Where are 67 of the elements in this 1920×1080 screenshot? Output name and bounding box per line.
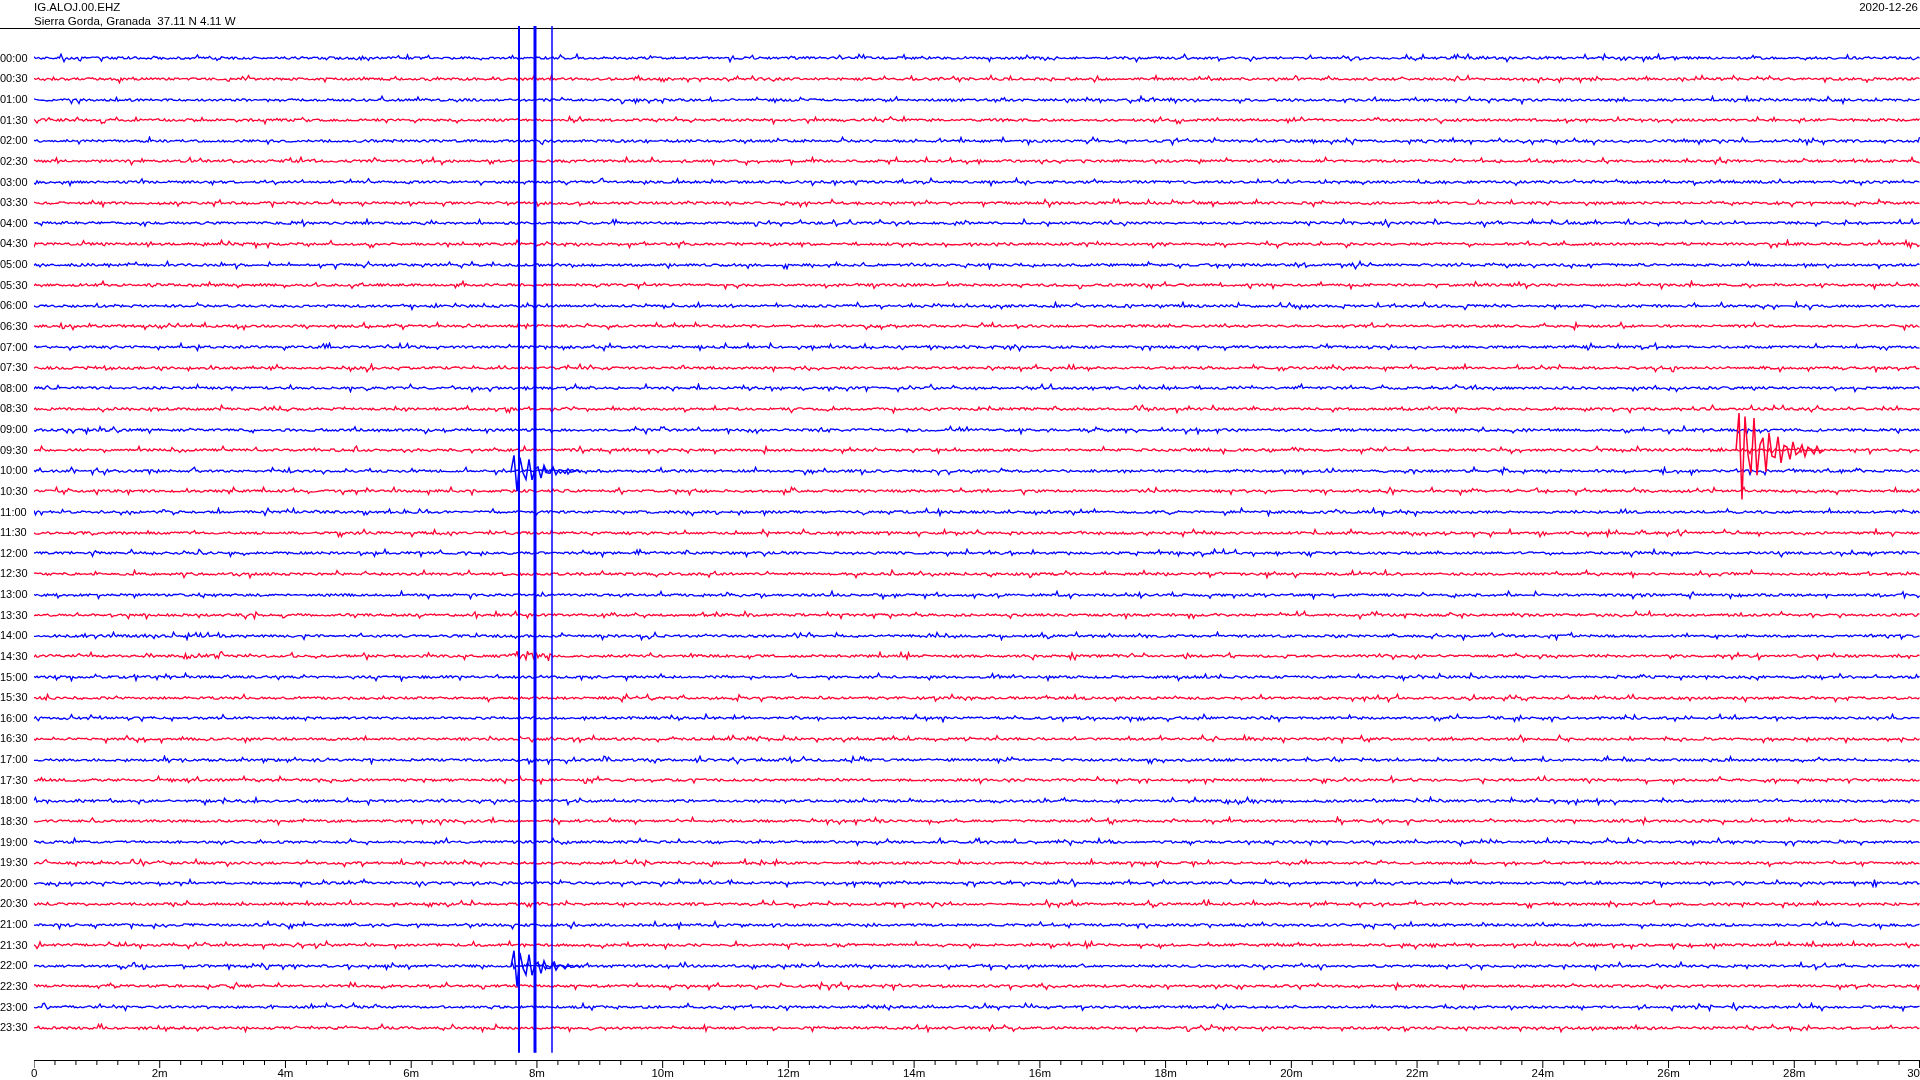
- axis-tick-label: 24m: [1531, 1068, 1554, 1080]
- row-time-label: 08:30: [0, 403, 28, 415]
- row-time-label: 03:00: [0, 176, 28, 188]
- row-time-label: 23:30: [0, 1022, 28, 1034]
- row-time-label: 09:30: [0, 444, 28, 456]
- row-time-label: 00:00: [0, 52, 28, 64]
- axis-tick-label: 16m: [1028, 1068, 1052, 1080]
- row-time-label: 09:00: [0, 424, 28, 436]
- row-time-label: 06:30: [0, 320, 28, 332]
- row-time-label: 03:30: [0, 197, 28, 209]
- row-time-label: 12:30: [0, 568, 28, 580]
- axis-tick-label: 0: [31, 1068, 38, 1080]
- axis-tick-label: 22m: [1405, 1068, 1429, 1080]
- row-time-label: 18:00: [0, 795, 28, 807]
- axis-tick-label: 14m: [902, 1068, 926, 1080]
- row-time-label: 12:00: [0, 547, 28, 559]
- row-time-label: 13:30: [0, 609, 28, 621]
- row-time-label: 00:30: [0, 73, 28, 85]
- row-time-label: 11:00: [0, 506, 27, 518]
- row-time-label: 15:00: [0, 671, 28, 683]
- row-time-label: 17:30: [0, 774, 28, 786]
- axis-tick-label: 26m: [1657, 1068, 1680, 1080]
- row-time-label: 19:30: [0, 857, 28, 869]
- axis-tick-label: 10m: [651, 1068, 674, 1080]
- row-time-label: 22:00: [0, 960, 28, 972]
- row-time-label: 20:30: [0, 898, 28, 910]
- row-time-label: 22:30: [0, 980, 28, 992]
- row-time-label: 02:30: [0, 155, 28, 167]
- axis-tick-label: 12m: [777, 1068, 800, 1080]
- row-time-label: 08:00: [0, 382, 28, 394]
- row-time-label: 21:30: [0, 939, 28, 951]
- axis-tick-label: 28m: [1783, 1068, 1806, 1080]
- row-time-label: 13:00: [0, 589, 28, 601]
- row-time-label: 06:00: [0, 300, 28, 312]
- axis-tick-label: 4m: [277, 1068, 294, 1080]
- axis-tick-label: 30: [1907, 1068, 1920, 1080]
- station-code: IG.ALOJ.00.EHZ: [34, 0, 122, 14]
- row-time-label: 01:30: [0, 114, 28, 126]
- row-time-label: 17:00: [0, 754, 28, 766]
- row-time-label: 10:30: [0, 485, 28, 497]
- row-time-label: 15:30: [0, 692, 28, 704]
- row-time-label: 16:30: [0, 733, 28, 745]
- row-time-label: 05:00: [0, 259, 28, 271]
- row-time-label: 11:30: [0, 527, 27, 539]
- row-time-label: 19:00: [0, 836, 28, 848]
- row-time-label: 05:30: [0, 279, 28, 291]
- row-time-label: 23:00: [0, 1001, 28, 1013]
- axis-tick-label: 20m: [1280, 1068, 1303, 1080]
- row-time-label: 21:00: [0, 919, 28, 931]
- row-time-label: 07:30: [0, 362, 28, 374]
- axis-tick-label: 6m: [403, 1068, 420, 1080]
- row-time-label: 16:00: [0, 712, 28, 724]
- row-time-label: 10:00: [0, 465, 28, 477]
- row-time-label: 01:00: [0, 94, 28, 106]
- row-time-label: 14:30: [0, 650, 28, 662]
- row-time-label: 18:30: [0, 815, 28, 827]
- row-time-label: 04:00: [0, 217, 28, 229]
- station-location: Sierra Gorda, Granada 37.11 N 4.11 W: [34, 14, 236, 28]
- row-time-label: 07:00: [0, 341, 28, 353]
- axis-tick-label: 8m: [528, 1068, 545, 1080]
- row-time-label: 04:30: [0, 238, 28, 250]
- row-time-label: 02:00: [0, 135, 28, 147]
- row-time-label: 20:00: [0, 877, 28, 889]
- row-time-label: 14:00: [0, 630, 28, 642]
- plot-date: 2020-12-26: [1859, 0, 1918, 14]
- axis-tick-label: 2m: [151, 1068, 168, 1080]
- axis-tick-label: 18m: [1154, 1068, 1177, 1080]
